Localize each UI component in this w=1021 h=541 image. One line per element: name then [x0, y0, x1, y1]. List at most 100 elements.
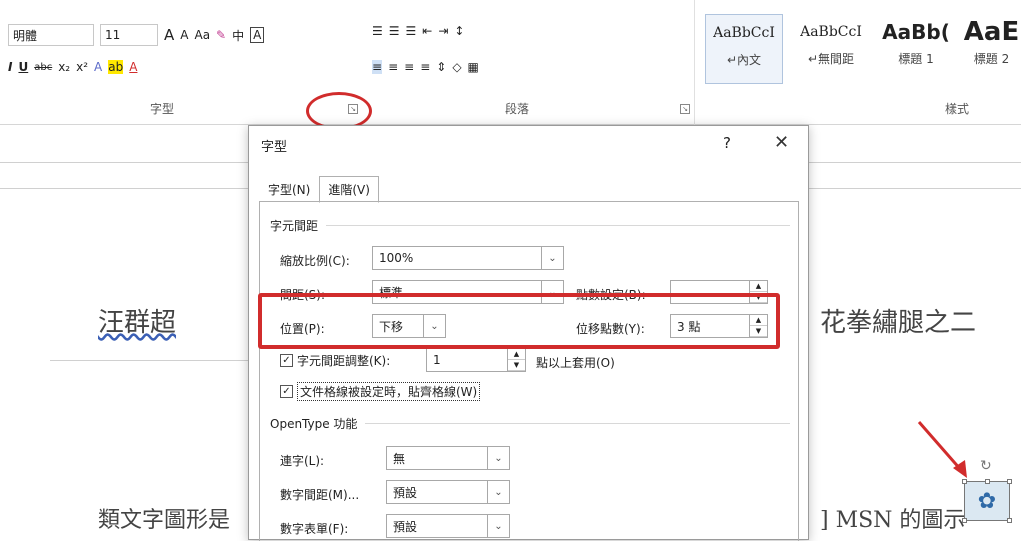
font-color-button[interactable]: A	[129, 60, 137, 74]
style-sample: AaE	[963, 17, 1020, 47]
number-forms-select[interactable]: 預設 ⌄	[386, 514, 510, 538]
checkbox-checked-icon: ✓	[280, 354, 293, 367]
styles-group-label: 樣式	[945, 102, 970, 116]
snap-grid-label: 文件格線被設定時，貼齊格線(W)	[297, 382, 481, 401]
chevron-down-icon: ⌄	[541, 247, 563, 269]
grow-font-button[interactable]: A	[164, 26, 174, 44]
divider	[694, 0, 695, 125]
font-group-label: 字型	[150, 102, 175, 116]
annotation-arrow-icon	[917, 421, 967, 478]
style-sample: AaBb(	[882, 20, 950, 44]
ligatures-label: 連字(L):	[280, 454, 325, 468]
kerning-checkbox[interactable]: ✓ 字元間距調整(K):	[280, 352, 390, 369]
msn-logo-icon: ✿	[977, 488, 997, 514]
style-sample: AaBbCcI	[800, 24, 862, 40]
help-button[interactable]: ?	[723, 134, 731, 152]
clear-format-icon[interactable]: ✎	[216, 28, 226, 42]
font-size-value: 11	[105, 28, 121, 42]
resize-handle[interactable]	[985, 479, 990, 484]
ribbon: 明體 11 A A Aa ✎ 中 A I U abc x₂ x² A ab A …	[0, 0, 1021, 125]
advanced-panel: 字元間距 縮放比例(C): 100% ⌄ 間距(S): 標準 ⌄ 點數設定(B)…	[259, 201, 799, 541]
body-text-left: 類文字圖形是	[98, 508, 231, 533]
style-heading-2[interactable]: AaE 標題 2	[962, 14, 1021, 84]
superscript-button[interactable]: x²	[76, 60, 88, 74]
shrink-font-button[interactable]: A	[180, 28, 188, 42]
italic-button[interactable]: I	[8, 60, 12, 74]
style-name: 標題 2	[973, 52, 1010, 66]
highlight-icon[interactable]: ab	[108, 60, 124, 74]
scale-label: 縮放比例(C):	[280, 254, 350, 268]
phonetic-guide-button[interactable]: 中	[232, 27, 244, 44]
checkbox-checked-icon: ✓	[280, 385, 293, 398]
section-heading: 字元間距	[270, 219, 319, 233]
number-spacing-value: 預設	[393, 485, 418, 500]
style-name: 標題 1	[898, 52, 934, 66]
justify-icon[interactable]: ≡	[420, 60, 430, 74]
dialog-title: 字型	[261, 140, 288, 155]
spinner[interactable]: ▲ ▼	[507, 349, 525, 371]
section-heading: OpenType 功能	[270, 417, 358, 431]
underline-button[interactable]: U	[18, 60, 28, 74]
number-spacing-select[interactable]: 預設 ⌄	[386, 480, 510, 504]
font-name-value: 明體	[13, 28, 38, 43]
increase-indent-icon[interactable]: ⇥	[438, 24, 448, 38]
borders-icon[interactable]: ▦	[468, 60, 479, 74]
author-name: 汪群超	[98, 308, 177, 338]
change-case-button[interactable]: Aa	[194, 28, 210, 42]
text-effects-button[interactable]: A	[94, 60, 102, 74]
body-text-right: ] MSN 的圖示	[820, 508, 966, 533]
chevron-down-icon: ⌄	[487, 481, 509, 503]
paragraph-dialog-launcher-icon[interactable]: ↘	[680, 104, 690, 114]
kerning-input[interactable]: 1 ▲ ▼	[426, 348, 526, 372]
divider	[50, 360, 250, 361]
kerning-value: 1	[433, 353, 441, 367]
subscript-button[interactable]: x₂	[58, 60, 70, 74]
rotate-handle-icon[interactable]: ↻	[980, 458, 992, 474]
chevron-down-icon: ⌄	[487, 447, 509, 469]
align-left-icon[interactable]: ≡	[372, 60, 383, 74]
scale-value: 100%	[379, 251, 414, 265]
number-spacing-label: 數字間距(M)...	[280, 488, 360, 502]
align-right-icon[interactable]: ≡	[404, 60, 414, 74]
close-icon[interactable]: ✕	[774, 132, 789, 153]
multilevel-list-icon[interactable]: ☰	[406, 24, 417, 38]
tab-advanced[interactable]: 進階(V)	[319, 176, 379, 203]
char-border-button[interactable]: A	[250, 27, 265, 43]
shading-icon[interactable]: ◇	[452, 60, 461, 74]
font-size-combo[interactable]: 11	[100, 24, 158, 46]
right-title: 花拳繡腿之二	[820, 308, 977, 338]
style-no-spacing[interactable]: AaBbCcI ↵無間距	[790, 14, 872, 84]
bullets-icon[interactable]: ☰	[372, 24, 383, 38]
numbering-icon[interactable]: ☰	[389, 24, 400, 38]
tab-font[interactable]: 字型(N)	[259, 176, 319, 203]
font-row-1: 明體 11 A A Aa ✎ 中 A	[8, 24, 265, 46]
snap-grid-checkbox[interactable]: ✓ 文件格線被設定時，貼齊格線(W)	[280, 382, 481, 401]
sort-icon[interactable]: ↕	[454, 24, 464, 38]
style-normal[interactable]: AaBbCcI ↵內文	[705, 14, 783, 84]
style-name: ↵無間距	[807, 52, 855, 66]
resize-handle[interactable]	[962, 518, 967, 523]
kerning-label: 字元間距調整(K):	[297, 354, 391, 368]
scale-select[interactable]: 100% ⌄	[372, 246, 564, 270]
style-name: ↵內文	[726, 53, 762, 67]
align-center-icon[interactable]: ≡	[388, 60, 398, 74]
number-forms-value: 預設	[393, 519, 418, 534]
paragraph-row-2: ≡ ≡ ≡ ≡ ⇕ ◇ ▦	[372, 60, 479, 74]
resize-handle[interactable]	[1007, 479, 1012, 484]
decrease-indent-icon[interactable]: ⇤	[422, 24, 432, 38]
annotation-rectangle	[258, 293, 780, 349]
paragraph-row-1: ☰ ☰ ☰ ⇤ ⇥ ↕	[372, 24, 464, 38]
line-spacing-icon[interactable]: ⇕	[436, 60, 446, 74]
selected-image[interactable]: ✿	[962, 479, 1012, 523]
font-name-combo[interactable]: 明體	[8, 24, 94, 46]
style-heading-1[interactable]: AaBb( 標題 1	[878, 14, 954, 84]
ligatures-select[interactable]: 無 ⌄	[386, 446, 510, 470]
section-opentype: OpenType 功能	[270, 415, 790, 432]
chevron-down-icon: ⌄	[487, 515, 509, 537]
paragraph-group-label: 段落	[505, 102, 530, 116]
number-forms-label: 數字表單(F):	[280, 522, 349, 536]
font-row-2: I U abc x₂ x² A ab A	[8, 60, 137, 74]
section-character-spacing: 字元間距	[270, 217, 790, 234]
strikethrough-button[interactable]: abc	[34, 62, 52, 73]
resize-handle[interactable]	[1007, 518, 1012, 523]
